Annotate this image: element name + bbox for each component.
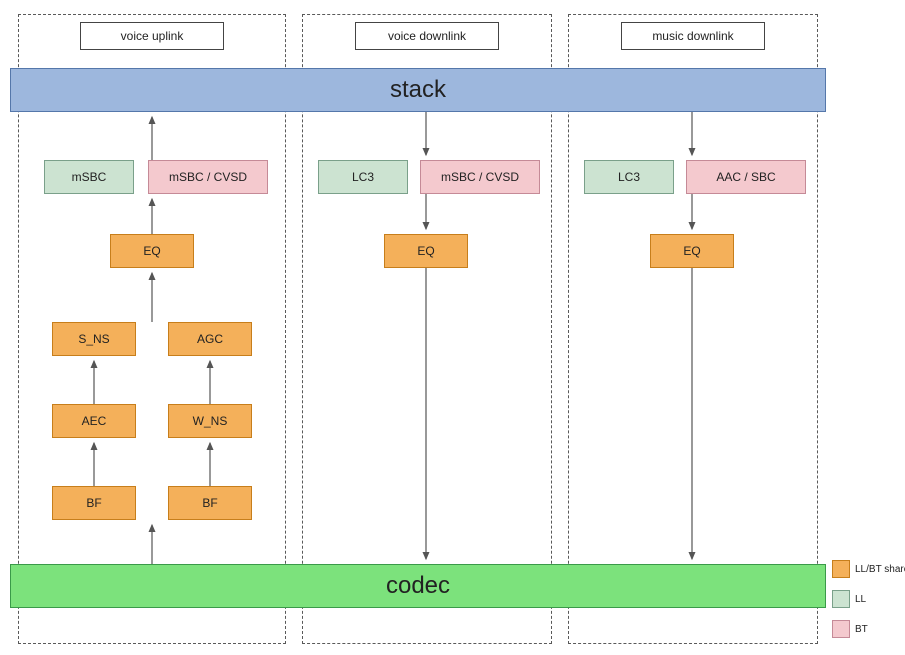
arrows-layer <box>0 0 905 655</box>
diagram-canvas: voice uplink voice downlink music downli… <box>0 0 905 655</box>
